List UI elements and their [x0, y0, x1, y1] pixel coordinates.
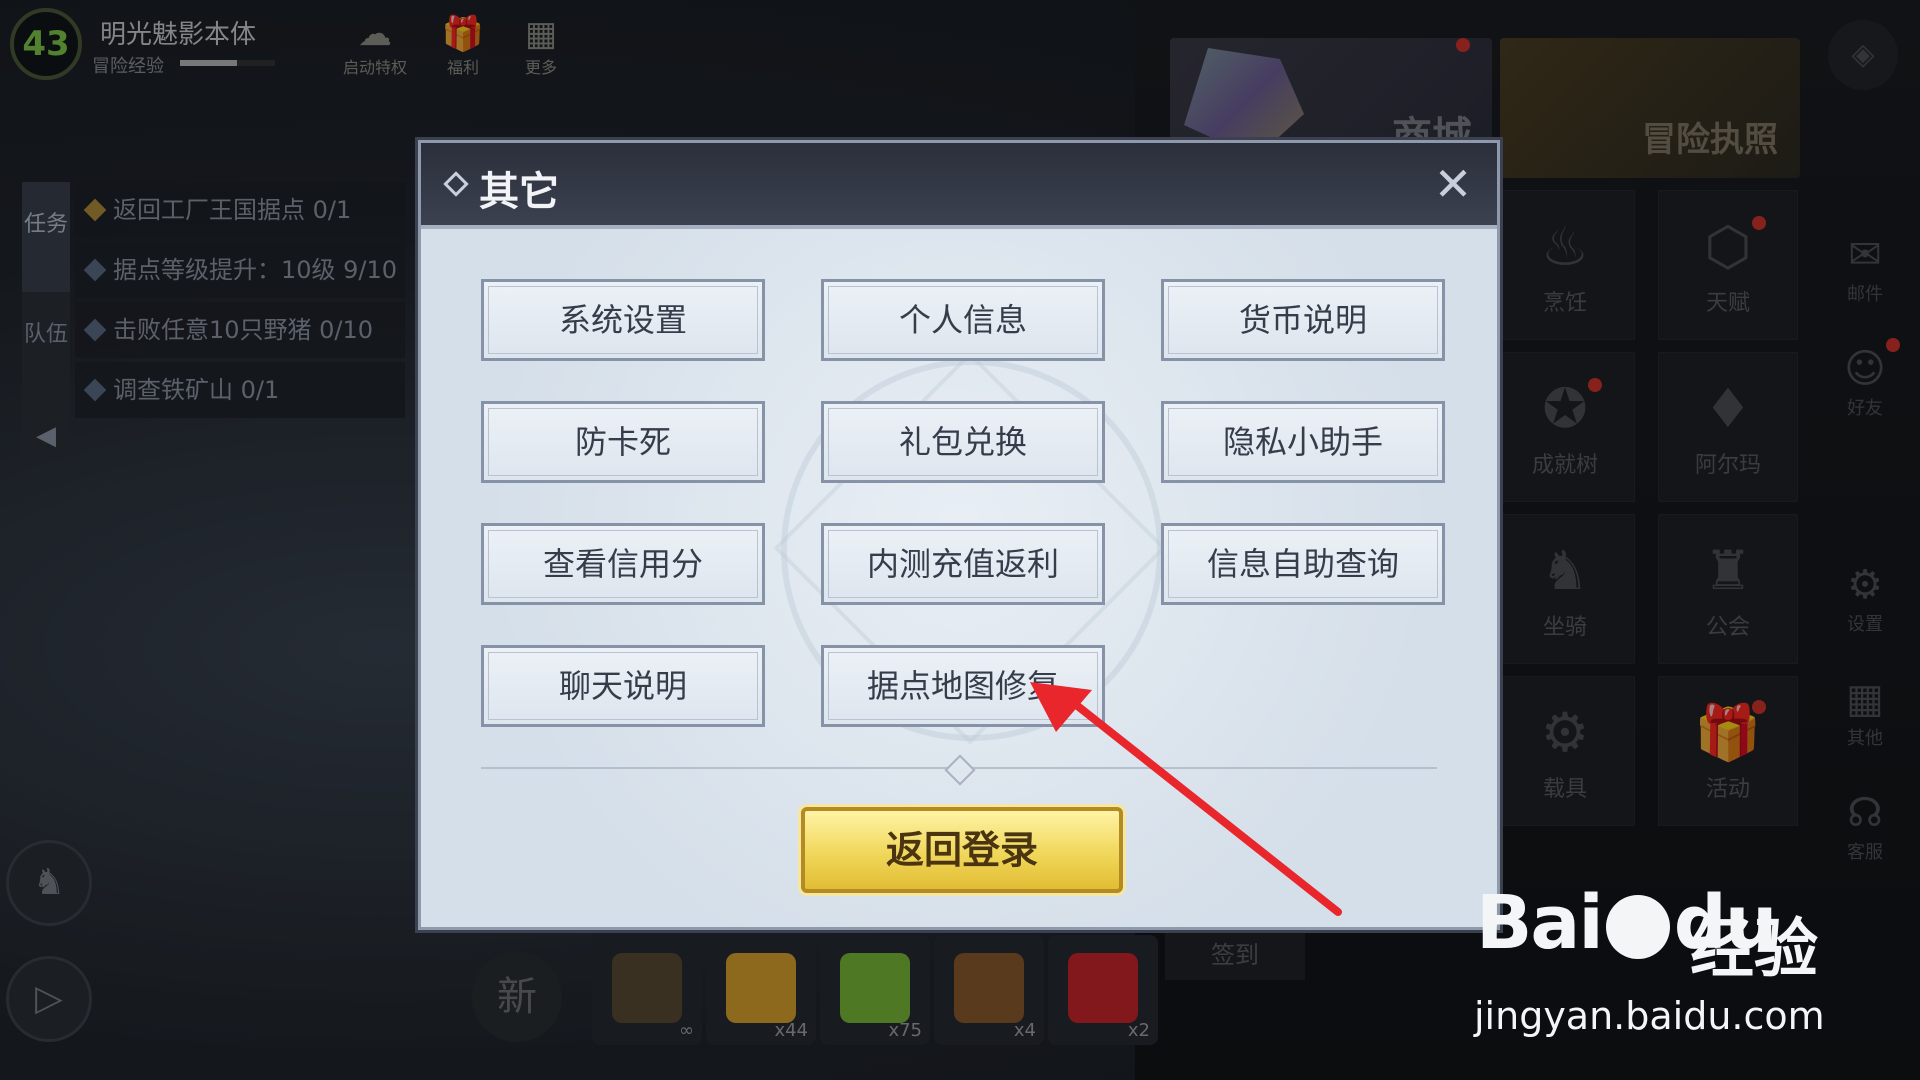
dialog-body: 系统设置 个人信息 货币说明 防卡死 礼包兑换 隐私小助手 查看信用分 内测充值… [421, 229, 1497, 927]
system-settings-button[interactable]: 系统设置 [481, 279, 765, 361]
base-map-repair-button[interactable]: 据点地图修复 [821, 645, 1105, 727]
personal-info-button[interactable]: 个人信息 [821, 279, 1105, 361]
credit-score-button[interactable]: 查看信用分 [481, 523, 765, 605]
close-icon[interactable]: ✕ [1423, 155, 1483, 215]
baidu-logo-text: Bai [1476, 880, 1604, 966]
gift-redeem-button[interactable]: 礼包兑换 [821, 401, 1105, 483]
other-dialog: 其它 ✕ 系统设置 个人信息 货币说明 防卡死 礼包兑换 隐私小助手 查看信用分… [418, 140, 1500, 930]
beta-rebate-button[interactable]: 内测充值返利 [821, 523, 1105, 605]
return-login-button[interactable]: 返回登录 [801, 807, 1123, 893]
divider-ornament [944, 754, 976, 786]
title-diamond-icon [443, 171, 469, 197]
anti-stuck-button[interactable]: 防卡死 [481, 401, 765, 483]
chat-info-button[interactable]: 聊天说明 [481, 645, 765, 727]
paw-icon [1605, 895, 1670, 960]
watermark-exp: 经验 [1690, 913, 1818, 987]
currency-info-button[interactable]: 货币说明 [1161, 279, 1445, 361]
watermark-url: jingyan.baidu.com [1474, 994, 1825, 1038]
privacy-assistant-button[interactable]: 隐私小助手 [1161, 401, 1445, 483]
dialog-title: 其它 [479, 169, 559, 215]
dialog-header: 其它 ✕ [421, 143, 1497, 229]
self-query-button[interactable]: 信息自助查询 [1161, 523, 1445, 605]
